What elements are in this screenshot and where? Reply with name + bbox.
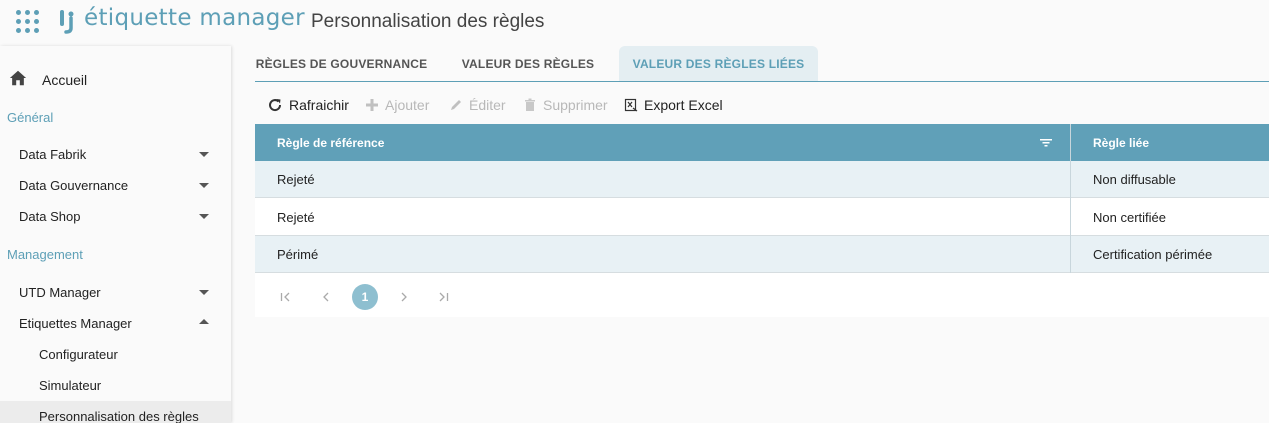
table-cell: Non diffusable [1093,172,1176,187]
first-page-icon[interactable] [274,285,298,309]
sidebar-item-label: Personnalisation des règles [39,409,199,423]
sidebar-item-configurateur[interactable]: Configurateur [0,339,231,369]
tab-valeur-regles[interactable]: VALEUR DES RÈGLES [455,46,601,81]
plus-icon [366,99,378,111]
sidebar-item-label: UTD Manager [19,285,101,300]
table-cell: Certification périmée [1093,247,1213,262]
sidebar-item-label: Accueil [42,72,88,88]
refresh-label: Rafraichir [289,97,349,113]
sidebar-item-data-shop[interactable]: Data Shop [0,201,231,231]
sidebar: Accueil Général Data Fabrik Data Gouvern… [0,46,231,423]
filter-icon[interactable] [1040,139,1052,147]
sidebar-item-utd-manager[interactable]: UTD Manager [0,277,231,307]
chevron-down-icon [199,152,209,157]
sidebar-item-label: Simulateur [39,378,102,393]
trash-icon [525,98,535,111]
chevron-up-icon [199,319,209,324]
sidebar-item-data-fabrik[interactable]: Data Fabrik [0,139,231,169]
table-cell: Rejeté [277,210,315,225]
pencil-icon [451,100,461,110]
refresh-button[interactable]: Rafraichir [267,92,349,118]
section-management: Management [7,247,83,262]
logo-icon [60,10,74,34]
table-row[interactable]: Rejeté Non diffusable [255,161,1269,198]
brand-name: étiquette manager [84,5,305,31]
column-divider [1070,124,1071,273]
tab-regles-gouvernance[interactable]: RÈGLES DE GOUVERNANCE [255,46,428,81]
sidebar-item-home[interactable]: Accueil [0,64,231,94]
page-number-current[interactable]: 1 [352,284,378,310]
delete-label: Supprimer [543,97,608,113]
section-general: Général [7,110,54,125]
next-page-icon[interactable] [392,285,416,309]
tab-valeur-regles-liees[interactable]: VALEUR DES RÈGLES LIÉES [619,46,818,81]
pager: 1 [255,273,1269,317]
chevron-down-icon [199,183,209,188]
column-header-regle-reference[interactable]: Règle de référence [277,124,384,161]
page-title: Personnalisation des règles [311,11,545,32]
sidebar-item-label: Data Gouvernance [19,178,129,193]
column-header-regle-liee[interactable]: Règle liée [1093,124,1149,161]
chevron-down-icon [199,290,209,295]
table-cell: Non certifiée [1093,210,1166,225]
sidebar-item-etiquettes-manager[interactable]: Etiquettes Manager [0,308,231,338]
delete-button[interactable]: Supprimer [523,92,608,118]
chevron-down-icon [199,214,209,219]
export-excel-button[interactable]: Export Excel [624,92,723,118]
table-cell: Périmé [277,247,319,262]
edit-label: Éditer [469,97,506,113]
grid-header: Règle de référence Règle liée [255,124,1269,161]
excel-icon [624,98,638,112]
data-grid: Règle de référence Règle liée Rejeté Non… [255,124,1269,317]
tab-bar: RÈGLES DE GOUVERNANCE VALEUR DES RÈGLES … [255,46,1269,82]
add-button[interactable]: Ajouter [365,92,429,118]
sidebar-item-label: Data Shop [19,209,81,224]
sidebar-item-personnalisation[interactable]: Personnalisation des règles [0,401,231,423]
sidebar-item-data-gouvernance[interactable]: Data Gouvernance [0,170,231,200]
export-label: Export Excel [644,97,723,113]
sidebar-item-label: Etiquettes Manager [19,316,132,331]
home-icon [9,70,27,86]
table-cell: Rejeté [277,172,315,187]
table-row[interactable]: Périmé Certification périmée [255,236,1269,273]
toolbar: Rafraichir Ajouter Éditer Supprimer Expo… [255,92,1269,118]
last-page-icon[interactable] [431,285,455,309]
previous-page-icon[interactable] [314,285,338,309]
table-row[interactable]: Rejeté Non certifiée [255,199,1269,236]
add-label: Ajouter [385,97,430,113]
refresh-icon [269,99,282,112]
sidebar-item-simulateur[interactable]: Simulateur [0,370,231,400]
sidebar-item-label: Configurateur [39,347,118,362]
app-header: étiquette manager Personnalisation des r… [0,0,1269,46]
edit-button[interactable]: Éditer [449,92,506,118]
sidebar-item-label: Data Fabrik [19,147,87,162]
apps-grid-icon[interactable] [16,10,40,34]
